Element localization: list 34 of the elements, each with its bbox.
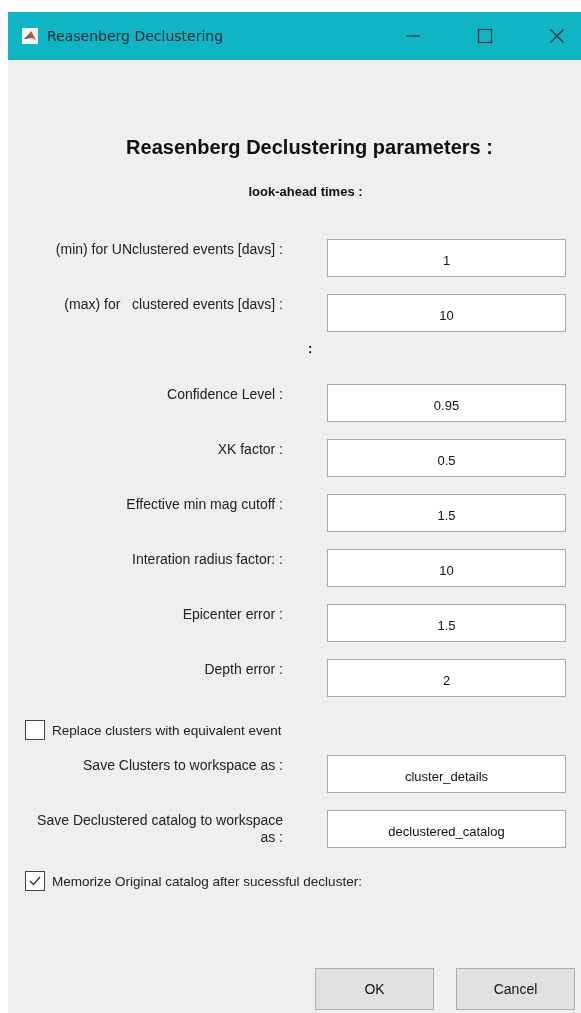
input-field[interactable]: 1: [327, 239, 566, 277]
checkbox-label: Memorize Original catalog after sucessful decluster:: [52, 873, 362, 889]
field-label: (min) for UNclustered events [davs] :: [54, 240, 283, 258]
input-field[interactable]: 0.5: [327, 439, 566, 477]
input-field[interactable]: 0.95: [327, 384, 566, 422]
checkbox-label: Replace clusters with equivalent event: [52, 722, 282, 738]
input-field[interactable]: declustered_catalog: [327, 810, 566, 848]
field-label: Depth error :: [203, 660, 283, 678]
checkbox[interactable]: [25, 720, 45, 740]
input-field[interactable]: cluster_details: [327, 755, 566, 793]
close-icon[interactable]: [549, 28, 565, 44]
input-field[interactable]: 1.5: [327, 604, 566, 642]
field-label: Epicenter error :: [181, 605, 283, 623]
field-label: (max) for clustered events [davs] :: [63, 295, 283, 313]
maximize-icon[interactable]: [477, 28, 493, 44]
input-field[interactable]: 10: [327, 549, 566, 587]
checkbox[interactable]: [25, 871, 45, 891]
section-heading: look-ahead times :: [247, 184, 364, 199]
separator-label: :: [308, 341, 313, 358]
input-field[interactable]: 2: [327, 659, 566, 697]
field-label: Confidence Level :: [166, 385, 283, 403]
field-label: Save Clusters to workspace as :: [82, 756, 283, 774]
field-label: XK factor :: [216, 440, 283, 458]
app-icon: [22, 28, 38, 44]
ok-button[interactable]: OK: [315, 968, 434, 1010]
check-icon: [28, 874, 42, 888]
input-field[interactable]: 10: [327, 294, 566, 332]
dialog-heading: Reasenberg Declustering parameters :: [125, 136, 494, 159]
input-field[interactable]: 1.5: [327, 494, 566, 532]
field-label: Effective min mag cutoff :: [125, 495, 283, 513]
window-title: Reasenberg Declustering: [47, 28, 224, 44]
field-label: Interation radius factor: :: [131, 550, 283, 568]
cancel-button[interactable]: Cancel: [456, 968, 575, 1010]
field-label: Save Declustered catalog to workspace as :: [36, 811, 283, 846]
